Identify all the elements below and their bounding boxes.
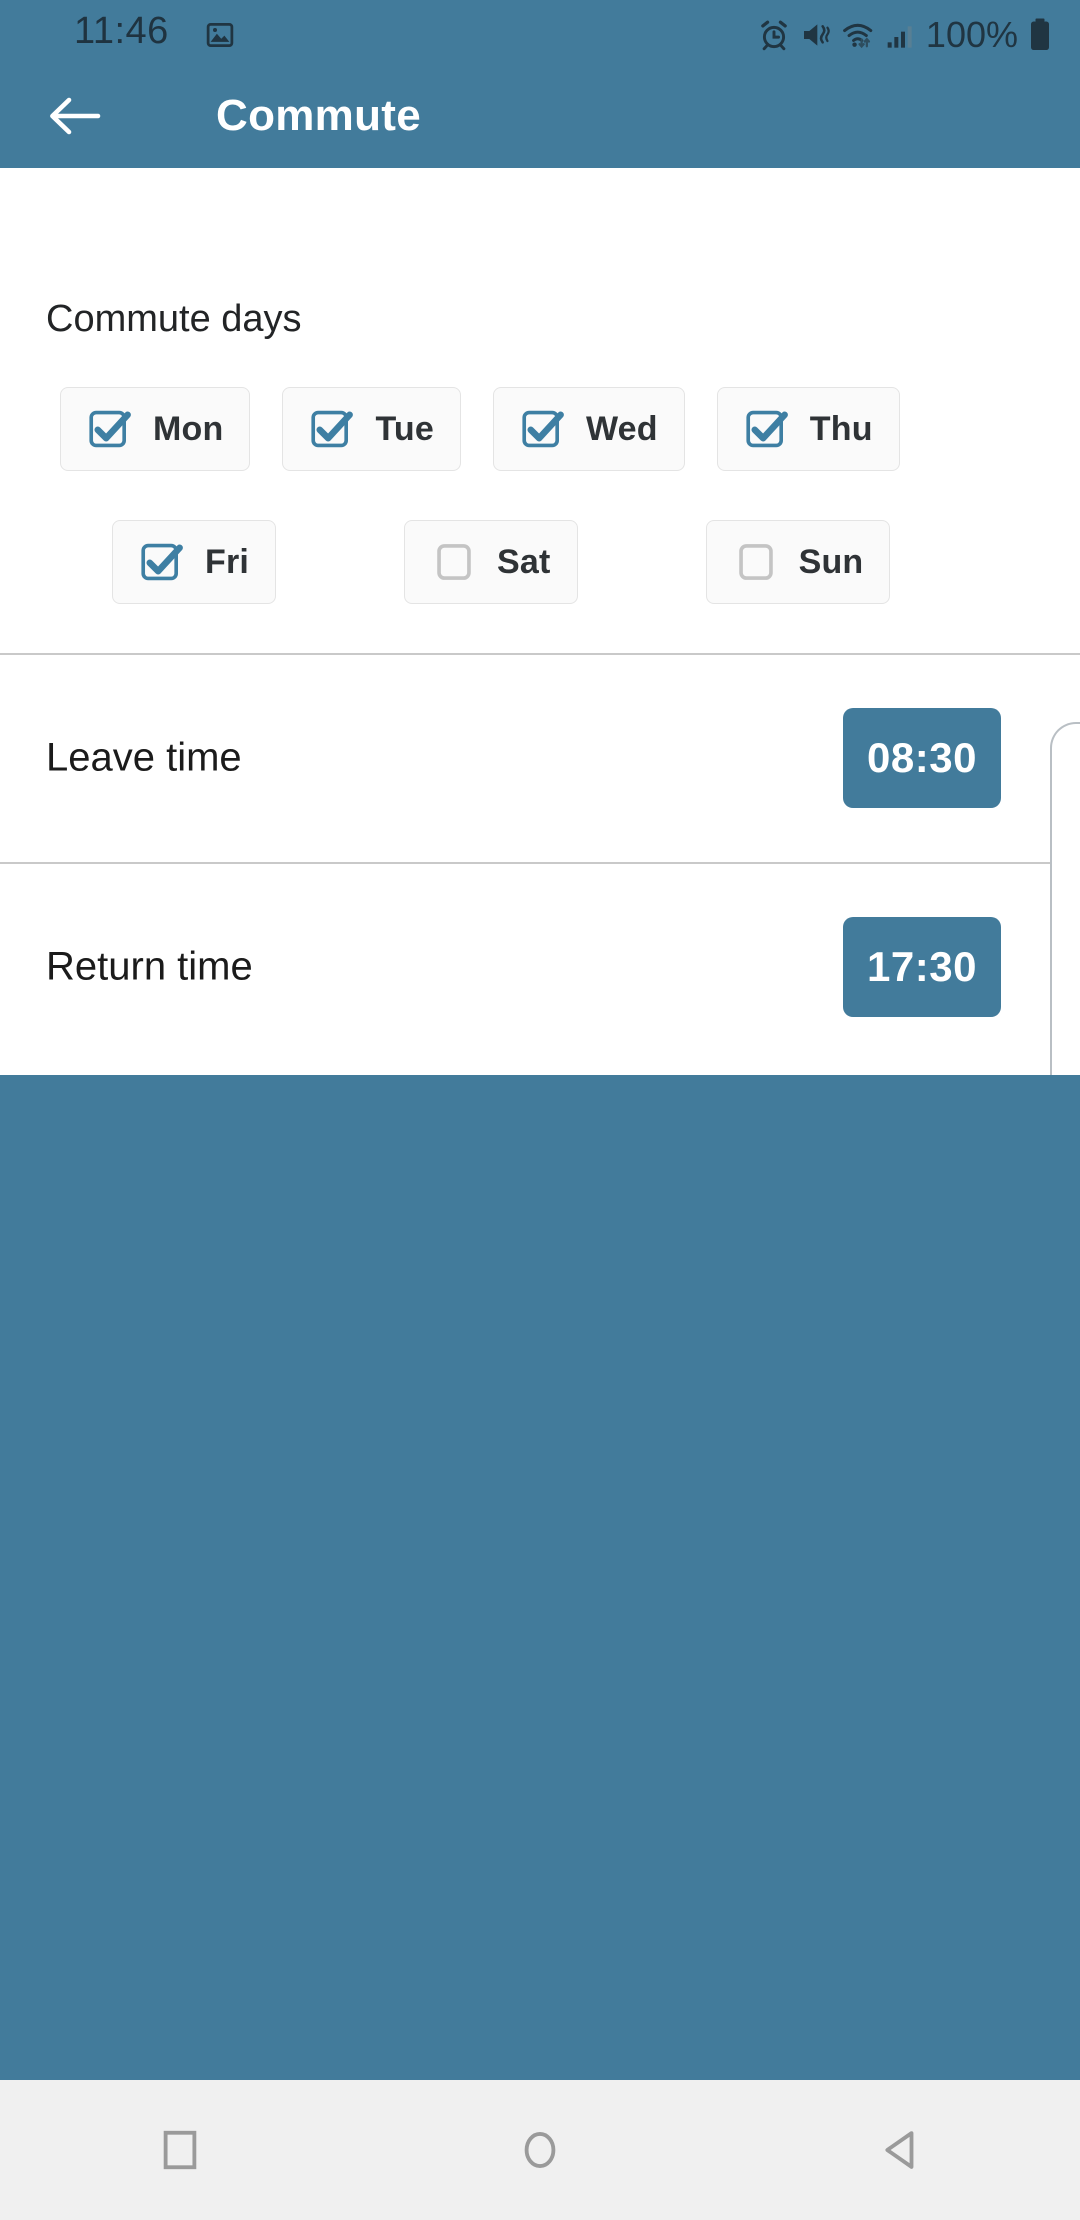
triangle-left-icon (885, 2131, 914, 2169)
page-background-fill (0, 1075, 1080, 2080)
day-chip-thu[interactable]: Thu (716, 387, 900, 471)
leave-time-row[interactable]: Leave time 08:30 (0, 653, 1080, 862)
circle-icon (524, 2131, 556, 2169)
nav-home-button[interactable] (360, 2080, 720, 2220)
cellular-signal-icon (887, 26, 912, 48)
vibrate-mute-icon (803, 24, 830, 46)
checkbox-checked-icon[interactable] (744, 406, 790, 452)
day-chip-sun[interactable]: Sun (705, 520, 891, 604)
commute-days-row-2: Fri Sat Sun (112, 520, 891, 604)
commute-days-heading: Commute days (46, 298, 302, 340)
checkbox-unchecked-icon[interactable] (431, 539, 477, 585)
alarm-icon (761, 20, 787, 51)
checkbox-checked-icon[interactable] (87, 406, 133, 452)
return-time-row[interactable]: Return time 17:30 (0, 862, 1080, 1071)
square-icon (163, 2130, 197, 2170)
image-icon (206, 23, 234, 47)
page-title: Commute (216, 91, 421, 140)
back-button[interactable] (42, 88, 108, 144)
status-bar: 11:46 100% (0, 0, 1080, 62)
system-navigation-bar (0, 2080, 1080, 2220)
checkbox-checked-icon[interactable] (520, 406, 566, 452)
day-chip-wed[interactable]: Wed (493, 387, 685, 471)
day-chip-label: Wed (586, 409, 658, 448)
checkbox-checked-icon[interactable] (139, 539, 185, 585)
content-sheet: Commute days Mon Tue Wed Thu Fri Sat Sun… (0, 168, 1080, 1075)
day-chip-label: Mon (153, 409, 224, 448)
day-chip-label: Sat (497, 542, 551, 581)
wifi-icon (843, 23, 873, 49)
day-chip-sat[interactable]: Sat (404, 520, 578, 604)
day-chip-tue[interactable]: Tue (282, 387, 461, 471)
checkbox-unchecked-icon[interactable] (733, 539, 779, 585)
day-chip-label: Tue (375, 409, 434, 448)
nav-back-button[interactable] (720, 2080, 1080, 2220)
status-bar-clock: 11:46 (74, 10, 169, 52)
checkbox-checked-icon[interactable] (309, 406, 355, 452)
return-time-label: Return time (46, 944, 253, 988)
return-time-value-button[interactable]: 17:30 (843, 916, 1001, 1017)
battery-icon (1031, 18, 1049, 50)
app-bar: Commute (0, 62, 1080, 168)
leave-time-value-button[interactable]: 08:30 (843, 707, 1001, 808)
day-chip-label: Thu (809, 409, 873, 448)
offscreen-panel-edge (1050, 722, 1080, 1132)
leave-time-label: Leave time (46, 735, 242, 779)
day-chip-mon[interactable]: Mon (60, 387, 251, 471)
battery-percentage-label: 100% (925, 14, 1018, 55)
status-bar-notification-icons (205, 20, 235, 50)
nav-recents-button[interactable] (0, 2080, 360, 2220)
day-chip-fri[interactable]: Fri (112, 520, 277, 604)
day-chip-label: Fri (205, 542, 250, 581)
phone-screen: 11:46 100% Commute Commute days Mon Tue … (0, 0, 1080, 2220)
status-bar-system-icons: 100% (758, 14, 1052, 56)
commute-days-row-1: Mon Tue Wed Thu (60, 387, 900, 471)
arrow-left-icon (50, 97, 101, 135)
day-chip-label: Sun (798, 542, 864, 581)
